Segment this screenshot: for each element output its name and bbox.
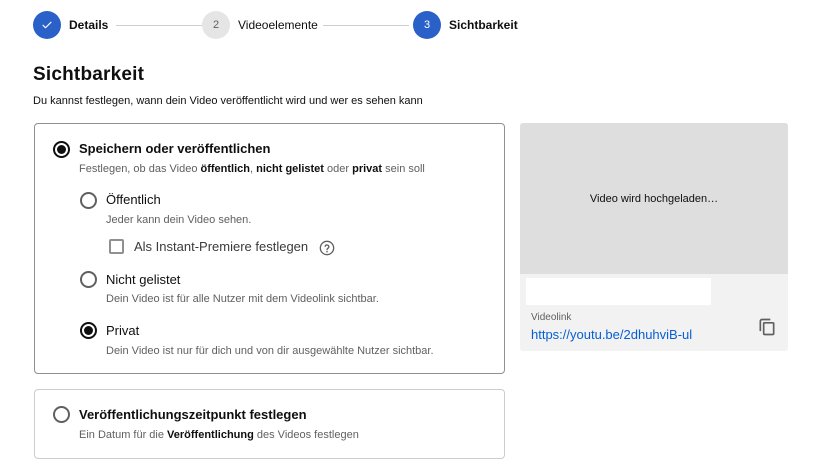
- unlisted-desc: Dein Video ist für alle Nutzer mit dem V…: [106, 293, 379, 305]
- step-details[interactable]: Details: [33, 11, 108, 39]
- video-preview-panel: Video wird hochgeladen… Videolink https:…: [520, 123, 788, 351]
- step-visibility[interactable]: 3 Sichtbarkeit: [413, 11, 518, 39]
- schedule-desc: Ein Datum für die Veröffentlichung des V…: [79, 429, 359, 441]
- video-link-label: Videolink: [531, 312, 572, 323]
- help-icon[interactable]: [319, 240, 335, 256]
- page-title: Sichtbarkeit: [33, 64, 145, 85]
- desc-text: oder: [323, 163, 353, 175]
- page-subtitle: Du kannst festlegen, wann dein Video ver…: [33, 95, 423, 107]
- schedule-radio[interactable]: [53, 406, 70, 423]
- public-title: Öffentlich: [106, 192, 161, 207]
- desc-text: Festlegen, ob das Video: [79, 163, 201, 175]
- premiere-label[interactable]: Als Instant-Premiere festlegen: [134, 239, 308, 254]
- save-publish-card[interactable]: Speichern oder veröffentlichen Festlegen…: [34, 123, 505, 374]
- upload-progress-strip: [526, 278, 711, 305]
- check-icon: [33, 11, 61, 39]
- private-title: Privat: [106, 323, 140, 338]
- copy-icon[interactable]: [757, 316, 777, 338]
- unlisted-radio[interactable]: [80, 271, 97, 288]
- step-video-elements[interactable]: 2 Videoelemente: [202, 11, 318, 39]
- schedule-card[interactable]: Veröffentlichungszeitpunkt festlegen Ein…: [34, 389, 505, 459]
- private-desc: Dein Video ist nur für dich und von dir …: [106, 345, 434, 357]
- step-video-elements-label: Videoelemente: [238, 18, 318, 32]
- save-publish-desc: Festlegen, ob das Video öffentlich, nich…: [79, 163, 425, 175]
- step-visibility-number: 3: [413, 11, 441, 39]
- desc-text: Ein Datum für die: [79, 429, 168, 441]
- radio-selected-dot: [57, 145, 66, 154]
- private-radio[interactable]: [80, 322, 97, 339]
- desc-bold: nicht gelistet: [256, 163, 324, 175]
- desc-bold: öffentlich: [200, 163, 251, 175]
- video-preview: Video wird hochgeladen…: [520, 123, 788, 274]
- public-desc: Jeder kann dein Video sehen.: [106, 214, 252, 226]
- save-publish-title: Speichern oder veröffentlichen: [79, 141, 271, 156]
- schedule-title: Veröffentlichungszeitpunkt festlegen: [79, 407, 307, 422]
- step-details-label: Details: [69, 18, 109, 32]
- public-radio[interactable]: [80, 192, 97, 209]
- desc-bold: privat: [352, 163, 383, 175]
- step-visibility-label: Sichtbarkeit: [449, 18, 518, 32]
- premiere-checkbox[interactable]: [109, 239, 124, 254]
- desc-bold: Veröffentlichung: [167, 429, 254, 441]
- stepper: Details 2 Videoelemente 3 Sichtbarkeit: [33, 11, 533, 41]
- stepper-line-2: [323, 25, 409, 26]
- save-publish-radio[interactable]: [53, 141, 70, 158]
- step-video-elements-number: 2: [202, 11, 230, 39]
- upload-status: Video wird hochgeladen…: [589, 192, 719, 205]
- radio-selected-dot: [84, 326, 93, 335]
- video-link[interactable]: https://youtu.be/2dhuhviB-ul: [531, 327, 692, 342]
- desc-text: sein soll: [382, 163, 425, 175]
- desc-text: des Videos festlegen: [253, 429, 359, 441]
- unlisted-title: Nicht gelistet: [106, 272, 181, 287]
